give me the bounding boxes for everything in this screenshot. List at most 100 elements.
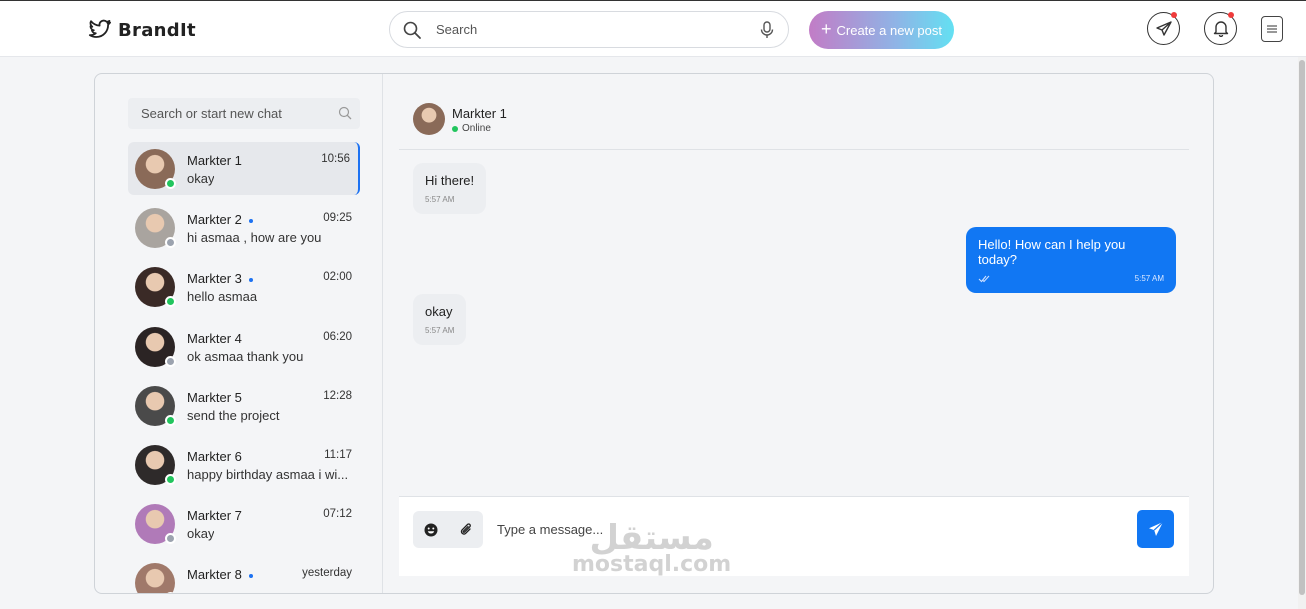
create-post-button[interactable]: + Create a new post <box>809 11 954 49</box>
offline-indicator <box>165 592 176 593</box>
conversation-time: 07:12 <box>323 508 352 520</box>
brand-name: BrandIt <box>118 19 196 41</box>
chat-contact-name: Markter 1 <box>452 106 507 121</box>
message-time: 5:57 AM <box>425 326 455 335</box>
conversation-name-text: Markter 1 <box>187 153 242 168</box>
online-indicator <box>452 125 458 132</box>
offline-indicator <box>165 533 176 544</box>
search-icon <box>403 21 421 39</box>
unread-indicator <box>248 218 253 223</box>
search-icon[interactable] <box>338 106 352 120</box>
conversation-item[interactable]: Markter 5 12:28 send the project <box>128 379 360 432</box>
conversation-name: Markter 3 <box>187 271 253 286</box>
message-bubble-incoming: okay 5:57 AM <box>413 294 467 345</box>
conversation-name-text: Markter 3 <box>187 271 242 286</box>
message-bubble-incoming: Hi there! 5:57 AM <box>413 163 487 214</box>
brand-logo[interactable]: BrandIt <box>88 19 196 41</box>
conversation-name: Markter 8 <box>187 567 253 582</box>
double-check-icon <box>978 275 990 282</box>
conversation-name: Markter 4 <box>187 331 242 346</box>
plus-icon: + <box>820 19 832 39</box>
search-input[interactable] <box>436 22 736 37</box>
message-meta: 5:57 AM <box>978 274 1164 283</box>
send-icon <box>1148 521 1163 536</box>
hamburger-icon <box>1267 25 1277 33</box>
conversation-item[interactable]: Markter 8 yesterday <box>128 556 360 593</box>
chat-contact-avatar[interactable] <box>413 103 445 135</box>
offline-indicator <box>165 356 176 367</box>
conversation-name: Markter 2 <box>187 212 253 227</box>
message-composer <box>399 496 1189 576</box>
global-search <box>389 11 789 48</box>
conversation-item[interactable]: Markter 6 11:17 happy birthday asmaa i wi.… <box>128 438 360 491</box>
chat-search-input[interactable] <box>141 106 331 121</box>
conversation-preview: okay <box>187 526 215 541</box>
conversation-item[interactable]: Markter 4 06:20 ok asmaa thank you <box>128 320 360 373</box>
emoji-icon[interactable] <box>424 523 438 537</box>
conversation-preview: send the project <box>187 408 280 423</box>
online-indicator <box>165 415 176 426</box>
paper-plane-icon <box>1155 20 1172 36</box>
conversation-name-text: Markter 4 <box>187 331 242 346</box>
notification-dot <box>1171 12 1177 18</box>
conversation-time: 06:20 <box>323 331 352 343</box>
message-text: okay <box>425 304 453 319</box>
conversation-name: Markter 5 <box>187 390 242 405</box>
microphone-icon[interactable] <box>760 21 774 39</box>
conversation-preview: happy birthday asmaa i wi... <box>187 467 349 482</box>
message-time: 5:57 AM <box>1134 274 1164 283</box>
conversation-item[interactable]: Markter 1 10:56 okay <box>128 142 360 195</box>
conversation-time: 10:56 <box>321 153 350 165</box>
conversation-name-text: Markter 7 <box>187 508 242 523</box>
message-input[interactable] <box>497 515 1017 543</box>
conversation-preview: okay <box>187 171 215 186</box>
conversation-item[interactable]: Markter 7 07:12 okay <box>128 497 360 550</box>
chat-status-label: Online <box>462 123 491 134</box>
page-scrollbar-thumb[interactable] <box>1299 60 1305 595</box>
chat-header: Markter 1 Online <box>399 74 1189 150</box>
message-bubble-outgoing: Hello! How can I help you today? 5:57 AM <box>966 227 1176 293</box>
conversation-name-text: Markter 6 <box>187 449 242 464</box>
online-indicator <box>165 178 176 189</box>
message-text: Hi there! <box>425 173 475 188</box>
notifications-button[interactable] <box>1204 12 1237 45</box>
conversation-item[interactable]: Markter 2 09:25 hi asmaa , how are you <box>128 201 360 254</box>
chat-search <box>128 98 360 129</box>
conversation-name: Markter 1 <box>187 153 242 168</box>
bell-icon <box>1213 21 1228 37</box>
notification-dot <box>1228 12 1234 18</box>
message-text: Hello! How can I help you today? <box>978 237 1126 267</box>
chat-pane: Markter 1 Online Hi there! 5:57 AM Hello… <box>384 74 1213 593</box>
menu-button[interactable] <box>1261 16 1283 42</box>
chat-contact-status: Online <box>452 123 491 134</box>
avatar <box>135 563 175 593</box>
conversation-preview: ok asmaa thank you <box>187 349 304 364</box>
messenger-panel: Markter 1 10:56 okay Markter 2 09:25hi asmaa… <box>94 73 1214 594</box>
message-time: 5:57 AM <box>425 195 455 204</box>
conversation-preview: hello asmaa <box>187 289 258 304</box>
conversation-time: 11:17 <box>324 449 352 461</box>
conversation-name-text: Markter 8 <box>187 567 242 582</box>
conversation-name-text: Markter 2 <box>187 212 242 227</box>
conversation-list: Markter 1 10:56 okay Markter 2 09:25hi asmaa… <box>95 74 383 593</box>
online-indicator <box>165 296 176 307</box>
conversation-time: yesterday <box>302 567 352 579</box>
bird-icon <box>88 19 111 38</box>
unread-indicator <box>248 277 253 282</box>
offline-indicator <box>165 237 176 248</box>
conversation-time: 12:28 <box>323 390 352 402</box>
online-indicator <box>165 474 176 485</box>
create-post-label: Create a new post <box>836 22 943 38</box>
conversation-name-text: Markter 5 <box>187 390 242 405</box>
unread-indicator <box>248 573 253 578</box>
conversation-item[interactable]: Markter 3 02:00 hello asmaa <box>128 260 360 313</box>
messages-button[interactable] <box>1147 12 1180 45</box>
composer-tools <box>413 511 483 548</box>
conversation-name: Markter 7 <box>187 508 242 523</box>
conversation-preview: hi asmaa , how are you <box>187 230 322 245</box>
conversation-time: 09:25 <box>323 212 352 224</box>
paperclip-icon[interactable] <box>459 522 473 537</box>
send-button[interactable] <box>1137 510 1174 548</box>
conversation-name: Markter 6 <box>187 449 242 464</box>
conversation-time: 02:00 <box>323 271 352 283</box>
